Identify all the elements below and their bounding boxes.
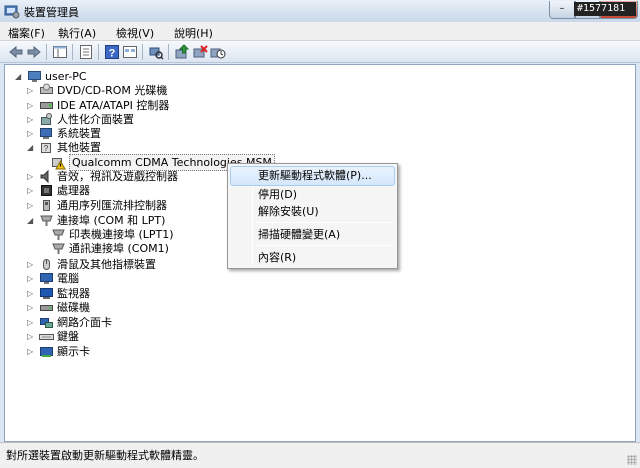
context-menu: 更新驅動程式軟體(P)... 停用(D) 解除安裝(U) 掃描硬體變更(A) 內… (227, 163, 398, 269)
device-manager-window: 裝置管理員 – □ x #1577181 檔案(F) 執行(A) 檢視(V) 說… (0, 0, 640, 468)
svg-text:?: ? (44, 144, 49, 153)
svg-text:?: ? (109, 48, 116, 60)
menu-separator (256, 245, 394, 246)
window-title: 裝置管理員 (24, 6, 79, 19)
expand-icon[interactable]: ▷ (27, 275, 35, 283)
monitor-icon (40, 288, 53, 299)
menu-separator (256, 222, 394, 223)
status-text: 對所選裝置啟動更新驅動程式軟體精靈。 (6, 449, 204, 462)
title-bar[interactable]: 裝置管理員 – □ x #1577181 (0, 0, 640, 22)
watermark: #1577181 (574, 2, 636, 16)
menu-help[interactable]: 說明(H) (174, 25, 213, 41)
menu-properties[interactable]: 內容(R) (230, 248, 395, 268)
resize-grip-icon[interactable] (627, 455, 637, 465)
display-adapter-icon (40, 347, 53, 357)
expand-icon[interactable]: ▷ (27, 319, 35, 327)
device-manager-icon (4, 5, 20, 19)
expand-icon[interactable]: ▷ (27, 290, 35, 298)
warning-device-icon (52, 158, 66, 170)
expand-icon[interactable]: ▷ (27, 187, 35, 195)
menu-uninstall[interactable]: 解除安裝(U) (230, 202, 395, 222)
other-devices-icon: ? (41, 143, 51, 153)
disk-drive-icon (40, 305, 53, 311)
disable-icon[interactable] (210, 44, 226, 60)
expand-icon[interactable]: ▷ (27, 202, 35, 210)
port-icon (52, 229, 65, 240)
port-icon (52, 243, 65, 254)
expand-icon[interactable]: ▷ (27, 304, 35, 312)
expand-icon[interactable]: ▷ (27, 173, 35, 181)
collapse-icon[interactable]: ◢ (27, 144, 35, 152)
collapse-icon[interactable]: ◢ (27, 217, 35, 225)
scan-hardware-icon[interactable] (148, 44, 164, 60)
menu-action[interactable]: 執行(A) (58, 25, 96, 41)
hid-icon (41, 113, 52, 125)
computer-icon (28, 71, 41, 82)
dvd-drive-icon (40, 83, 53, 94)
help-icon[interactable]: ? (104, 44, 120, 60)
expand-icon[interactable]: ▷ (27, 333, 35, 341)
menu-scan-hardware[interactable]: 掃描硬體變更(A) (230, 225, 395, 245)
view-icon[interactable] (122, 44, 138, 60)
expand-icon[interactable]: ▷ (27, 130, 35, 138)
expand-icon[interactable]: ▷ (27, 348, 35, 356)
show-hide-tree-icon[interactable] (52, 44, 68, 60)
keyboard-icon (39, 334, 54, 340)
minimize-button[interactable]: – (549, 1, 575, 19)
port-icon (40, 215, 53, 226)
expand-icon[interactable]: ▷ (27, 116, 35, 124)
ide-controller-icon (40, 102, 53, 109)
expand-icon[interactable]: ▷ (27, 102, 35, 110)
expand-icon[interactable]: ▷ (27, 87, 35, 95)
network-adapter-icon (40, 318, 53, 328)
status-bar: 對所選裝置啟動更新驅動程式軟體精靈。 (0, 442, 640, 468)
sound-icon (40, 169, 49, 184)
toolbar: ? (0, 41, 640, 63)
uninstall-icon[interactable] (192, 44, 208, 60)
back-icon[interactable] (8, 44, 24, 60)
menu-update-driver[interactable]: 更新驅動程式軟體(P)... (230, 166, 395, 186)
expand-icon[interactable]: ▷ (27, 261, 35, 269)
system-device-icon (40, 128, 52, 139)
processor-icon (41, 185, 52, 196)
menu-view[interactable]: 檢視(V) (116, 25, 154, 41)
mouse-icon (43, 259, 50, 270)
usb-icon (43, 200, 50, 211)
collapse-icon[interactable]: ◢ (15, 73, 23, 81)
forward-icon[interactable] (26, 44, 42, 60)
properties-icon[interactable] (78, 44, 94, 60)
update-driver-icon[interactable] (174, 44, 190, 60)
computer-icon (40, 273, 53, 284)
menu-file[interactable]: 檔案(F) (8, 25, 45, 41)
menu-bar: 檔案(F) 執行(A) 檢視(V) 說明(H) (0, 22, 640, 41)
